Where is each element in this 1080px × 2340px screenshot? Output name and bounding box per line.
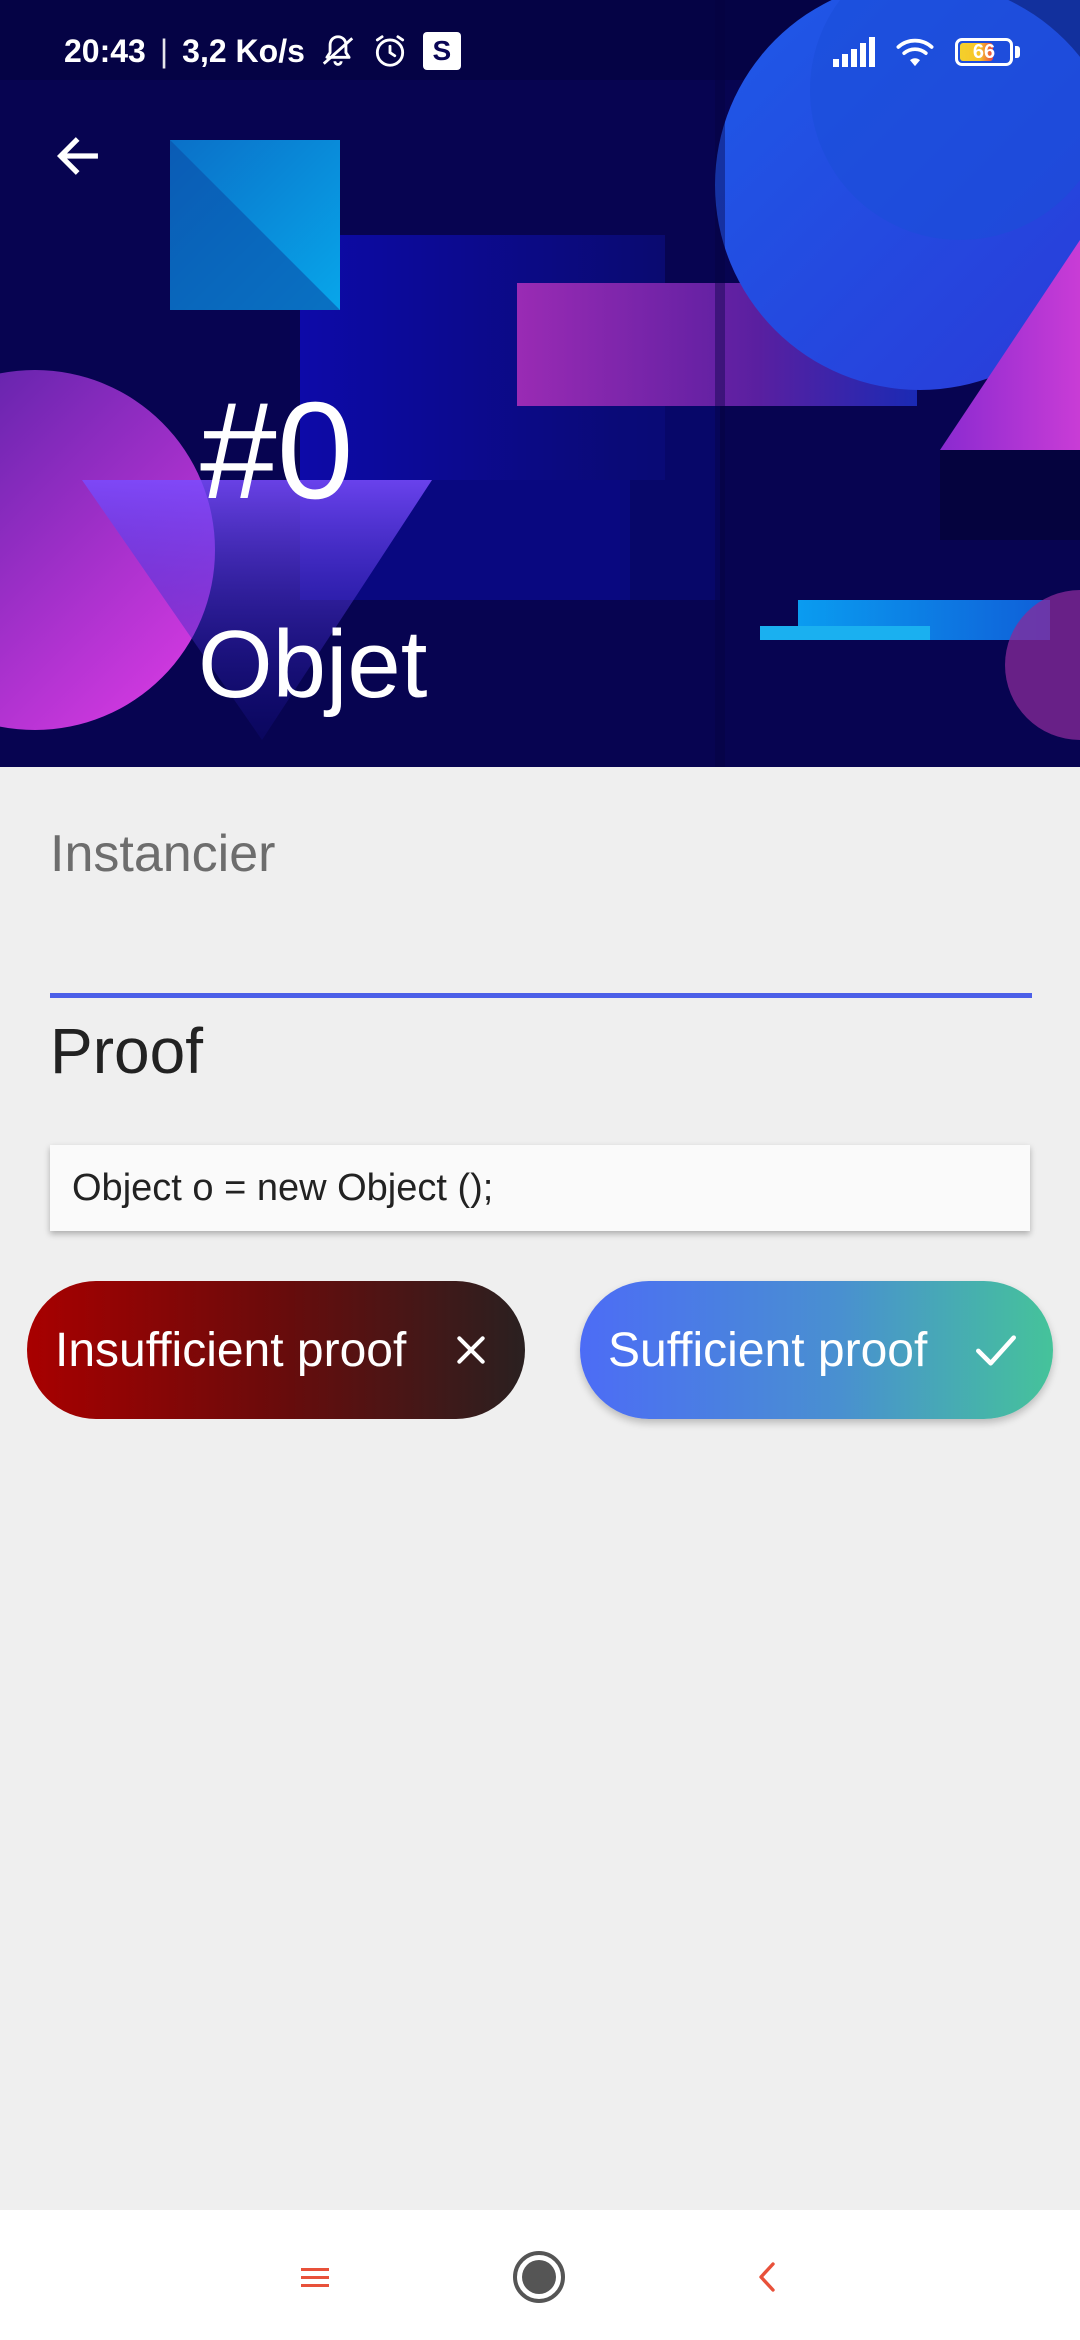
menu-button[interactable] bbox=[270, 2232, 360, 2322]
arrow-left-icon bbox=[56, 137, 98, 175]
instancier-field[interactable]: Instancier bbox=[50, 817, 1032, 998]
screen: 20:43 | 3,2 Ko/s S 66 #0 Objet Instancie… bbox=[0, 0, 1080, 2340]
back-chevron-icon bbox=[759, 2262, 775, 2292]
home-icon bbox=[513, 2251, 565, 2303]
battery-level: 66 bbox=[972, 41, 996, 63]
status-left: 20:43 | 3,2 Ko/s S bbox=[64, 26, 461, 76]
battery-icon: 66 bbox=[955, 38, 1013, 66]
menu-icon bbox=[301, 2268, 329, 2287]
field-underline bbox=[50, 993, 1032, 998]
wifi-icon bbox=[895, 36, 935, 68]
navigation-bar bbox=[0, 2210, 1080, 2340]
item-number: #0 bbox=[200, 374, 354, 528]
proof-code: Object o = new Object (); bbox=[72, 1166, 494, 1209]
proof-title: Proof bbox=[50, 1015, 203, 1087]
status-right: 66 bbox=[833, 30, 1020, 74]
signal-icon bbox=[833, 37, 875, 67]
proof-code-box: Object o = new Object (); bbox=[50, 1145, 1030, 1231]
nav-back-button[interactable] bbox=[722, 2232, 812, 2322]
header-background-art bbox=[0, 0, 1080, 767]
status-bar: 20:43 | 3,2 Ko/s S 66 bbox=[0, 0, 1080, 100]
field-label: Instancier bbox=[50, 825, 276, 883]
s-app-icon: S bbox=[422, 32, 461, 70]
status-time: 20:43 bbox=[64, 32, 146, 69]
status-separator: | bbox=[159, 32, 169, 69]
close-icon bbox=[451, 1330, 491, 1370]
hero-header: 20:43 | 3,2 Ko/s S 66 #0 Objet bbox=[0, 0, 1080, 767]
insufficient-proof-button[interactable]: Insufficient proof bbox=[27, 1281, 525, 1419]
item-title: Objet bbox=[198, 611, 428, 718]
sufficient-proof-label: Sufficient proof bbox=[608, 1323, 928, 1377]
check-icon bbox=[973, 1330, 1019, 1370]
sufficient-proof-button[interactable]: Sufficient proof bbox=[580, 1281, 1053, 1419]
back-button[interactable] bbox=[40, 118, 116, 194]
insufficient-proof-label: Insufficient proof bbox=[55, 1323, 407, 1377]
battery-tip bbox=[1015, 46, 1020, 58]
muted-bell-icon bbox=[319, 32, 357, 70]
network-speed: 3,2 Ko/s bbox=[182, 32, 305, 69]
home-button[interactable] bbox=[494, 2232, 584, 2322]
alarm-icon bbox=[371, 32, 409, 70]
